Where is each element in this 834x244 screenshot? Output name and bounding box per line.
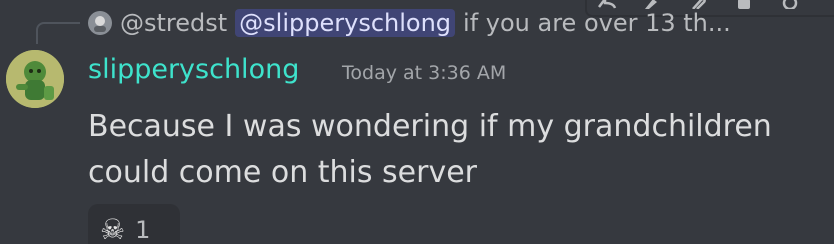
reply-snippet-text[interactable]: if you are over 13 th... (463, 9, 731, 37)
reply-reference[interactable]: @stredst @slipperyschlong if you are ove… (88, 4, 731, 42)
reply-spine-line (36, 22, 80, 44)
reaction-count: 1 (135, 216, 151, 244)
message-content: Because I was wondering if my grandchild… (88, 109, 772, 190)
thread-icon[interactable] (733, 0, 755, 9)
more-options-icon[interactable] (779, 0, 801, 9)
message-timestamp[interactable]: Today at 3:36 AM (342, 62, 506, 84)
reply-author-name[interactable]: @stredst (120, 9, 227, 37)
reply-author-avatar[interactable] (88, 11, 112, 35)
author-avatar[interactable] (6, 50, 64, 108)
skull-crossbones-icon: ☠ (100, 213, 126, 244)
user-mention[interactable]: @slipperyschlong (235, 9, 456, 37)
reaction-button[interactable]: ☠ 1 (88, 204, 180, 244)
message-view: @stredst @slipperyschlong if you are ove… (0, 0, 834, 244)
author-username[interactable]: slipperyschlong (88, 54, 299, 85)
